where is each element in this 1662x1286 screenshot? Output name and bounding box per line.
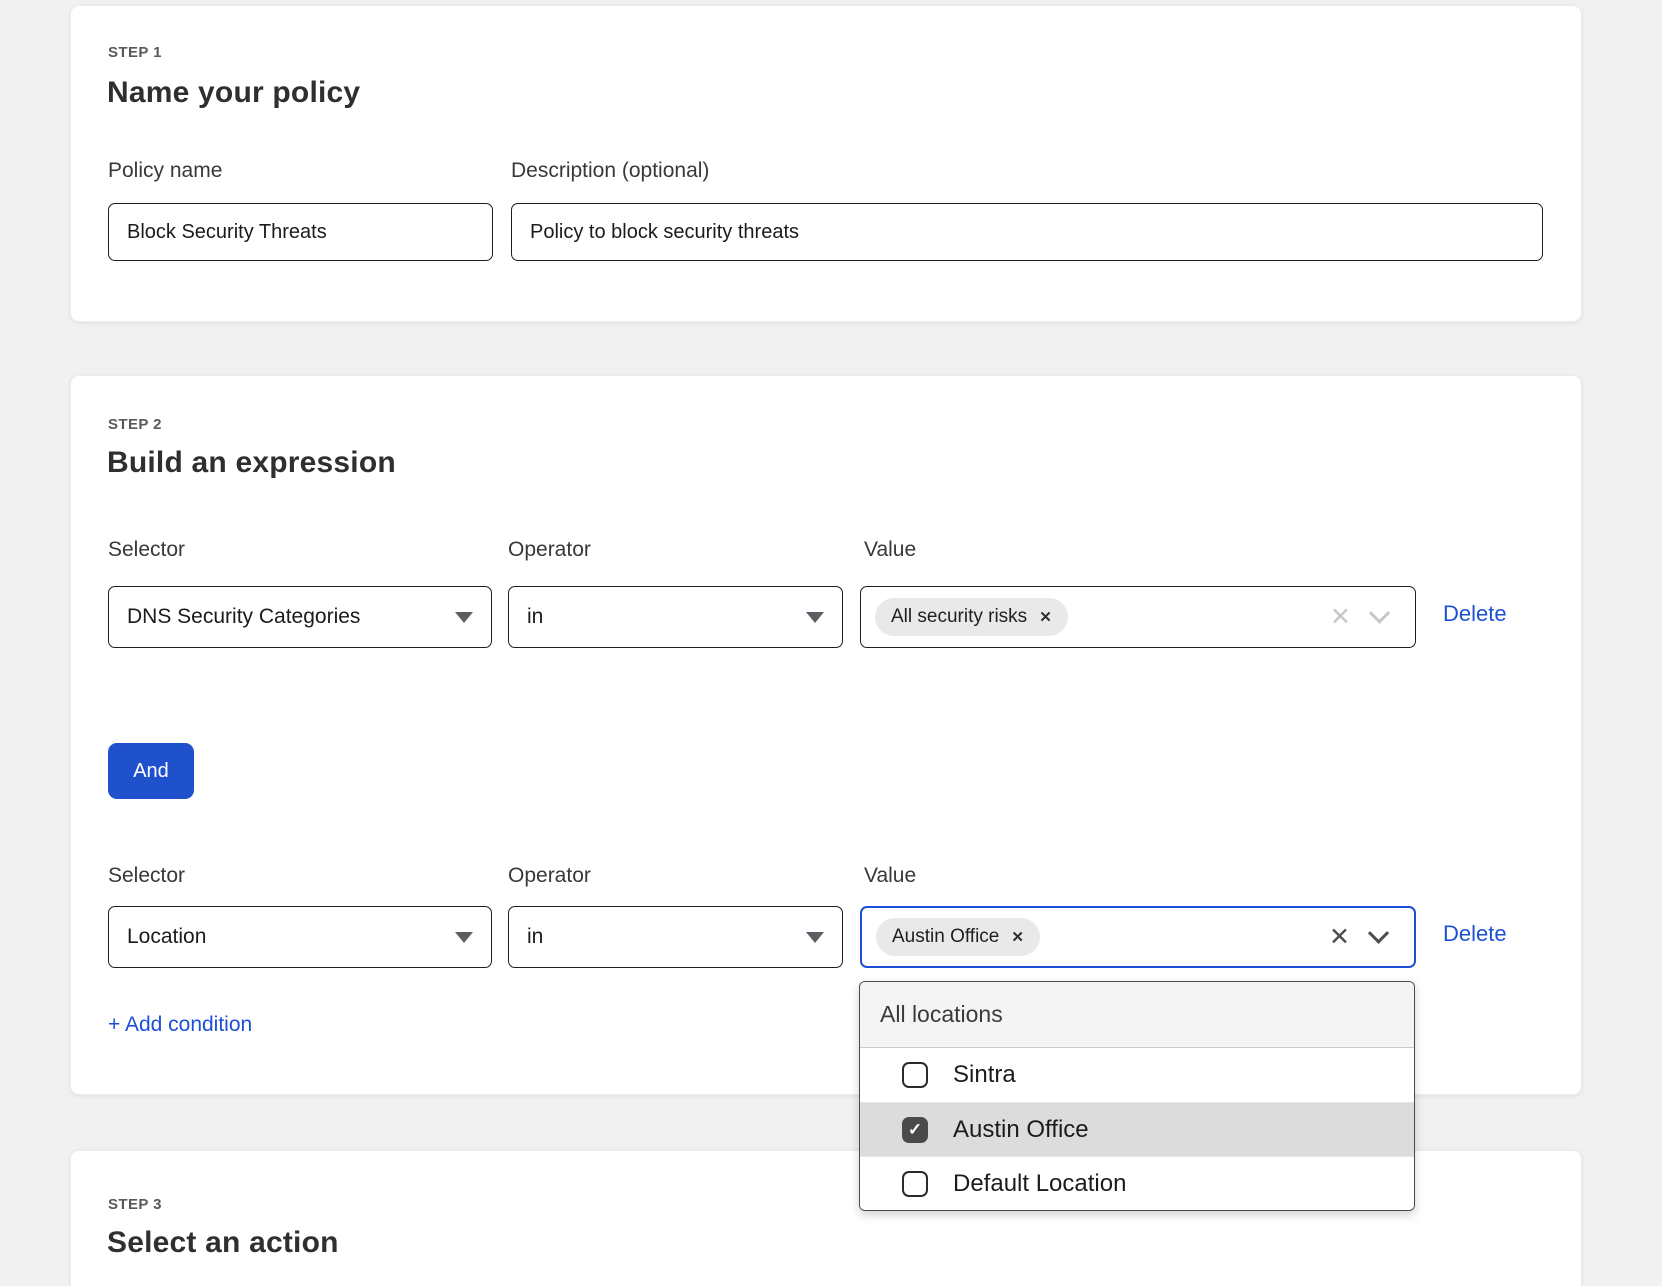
operator-column-label: Operator [508,538,591,562]
checkbox-checked-icon[interactable]: ✓ [902,1117,928,1143]
option-label: Sintra [953,1061,1016,1089]
selector-select-value: DNS Security Categories [127,605,360,629]
operator-select[interactable]: in [508,906,843,968]
policy-name-label: Policy name [108,159,222,183]
step3-title: Select an action [107,1226,339,1260]
delete-link[interactable]: Delete [1443,601,1507,627]
tag-remove-icon[interactable]: ✕ [1039,608,1052,626]
operator-column-label: Operator [508,864,591,888]
value-multiselect[interactable]: All security risks ✕ ✕ [860,586,1416,648]
value-column-label: Value [864,864,916,888]
description-label: Description (optional) [511,159,709,183]
dropdown-option-sintra[interactable]: Sintra [860,1048,1414,1102]
caret-down-icon [806,932,824,943]
selector-column-label: Selector [108,864,185,888]
selector-select[interactable]: Location [108,906,492,968]
delete-link[interactable]: Delete [1443,921,1507,947]
step2-title: Build an expression [107,446,396,480]
checkbox-icon[interactable] [902,1062,928,1088]
step1-title: Name your policy [107,76,360,110]
step2-step-label: STEP 2 [108,416,162,433]
and-button[interactable]: And [108,743,194,799]
value-tag: Austin Office ✕ [876,918,1040,956]
operator-select-value: in [527,605,543,629]
policy-builder-page: STEP 1 Name your policy Policy name Desc… [0,0,1662,1286]
dropdown-option-default-location[interactable]: Default Location [860,1156,1414,1210]
dropdown-header: All locations [860,982,1414,1048]
value-column-label: Value [864,538,916,562]
operator-select-value: in [527,925,543,949]
step1-card: STEP 1 Name your policy Policy name Desc… [70,5,1582,322]
value-tag-label: Austin Office [892,926,999,948]
description-input[interactable] [511,203,1543,261]
value-multiselect[interactable]: Austin Office ✕ ✕ [860,906,1416,968]
chevron-down-icon[interactable] [1368,922,1389,943]
tag-remove-icon[interactable]: ✕ [1011,928,1024,946]
option-label: Default Location [953,1170,1126,1198]
selector-select[interactable]: DNS Security Categories [108,586,492,648]
value-tag-label: All security risks [891,606,1027,628]
location-dropdown: All locations Sintra ✓ Austin Office Def… [859,981,1415,1211]
policy-name-input[interactable] [108,203,493,261]
dropdown-option-austin-office[interactable]: ✓ Austin Office [860,1102,1414,1156]
clear-icon[interactable]: ✕ [1330,605,1351,630]
step1-step-label: STEP 1 [108,44,162,61]
operator-select[interactable]: in [508,586,843,648]
selector-select-value: Location [127,925,206,949]
caret-down-icon [455,932,473,943]
add-condition-link[interactable]: + Add condition [108,1013,252,1037]
clear-icon[interactable]: ✕ [1329,925,1350,950]
option-label: Austin Office [953,1116,1089,1144]
caret-down-icon [455,612,473,623]
selector-column-label: Selector [108,538,185,562]
checkbox-icon[interactable] [902,1171,928,1197]
step3-step-label: STEP 3 [108,1196,162,1213]
chevron-down-icon[interactable] [1369,602,1390,623]
value-tag: All security risks ✕ [875,598,1068,636]
caret-down-icon [806,612,824,623]
